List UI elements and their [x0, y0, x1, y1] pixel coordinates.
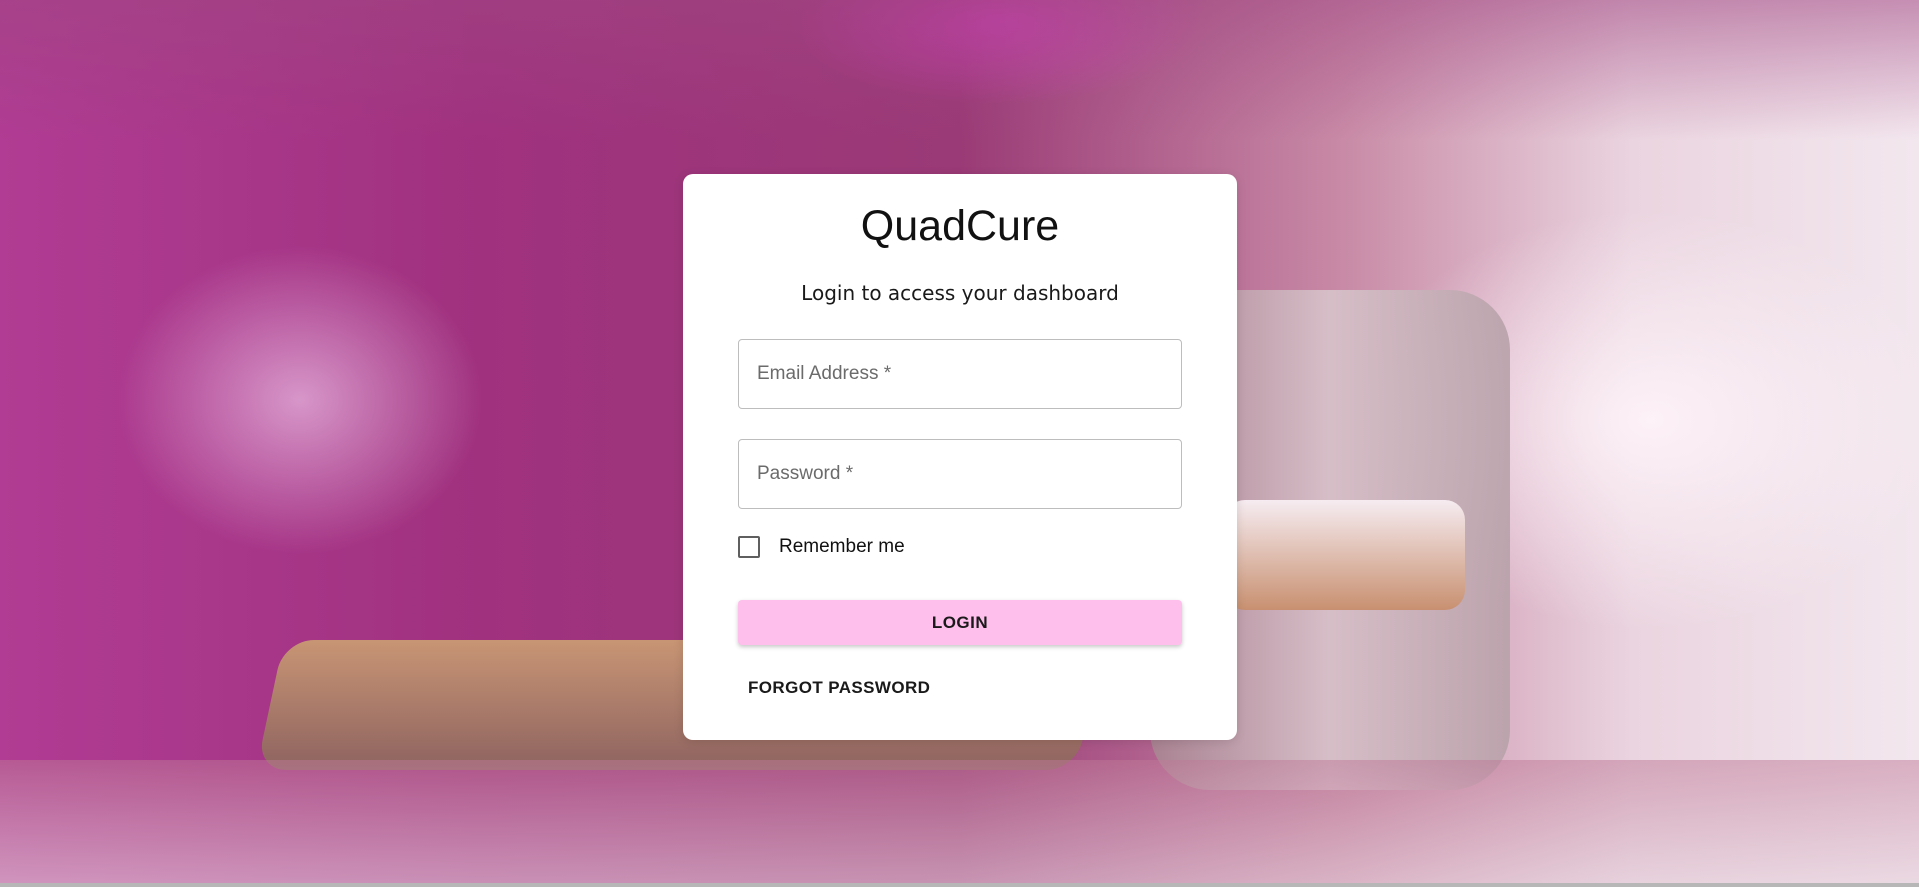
login-card: QuadCure Login to access your dashboard …	[683, 174, 1237, 740]
password-input[interactable]	[739, 440, 1181, 508]
email-field[interactable]	[738, 339, 1182, 409]
remember-me-row[interactable]: Remember me	[738, 532, 905, 562]
background-ceiling	[0, 0, 1919, 140]
brand-title: QuadCure	[860, 202, 1060, 250]
login-button[interactable]: LOGIN	[738, 600, 1182, 645]
remember-me-checkbox[interactable]	[738, 536, 760, 558]
remember-me-label[interactable]: Remember me	[779, 536, 905, 558]
forgot-password-link[interactable]: FORGOT PASSWORD	[748, 678, 930, 698]
background-floor	[0, 760, 1919, 887]
bottom-edge-bar	[0, 883, 1919, 887]
password-field[interactable]	[738, 439, 1182, 509]
login-subtitle: Login to access your dashboard	[801, 281, 1119, 305]
email-input[interactable]	[739, 340, 1181, 408]
background-mri-opening	[1225, 500, 1465, 610]
